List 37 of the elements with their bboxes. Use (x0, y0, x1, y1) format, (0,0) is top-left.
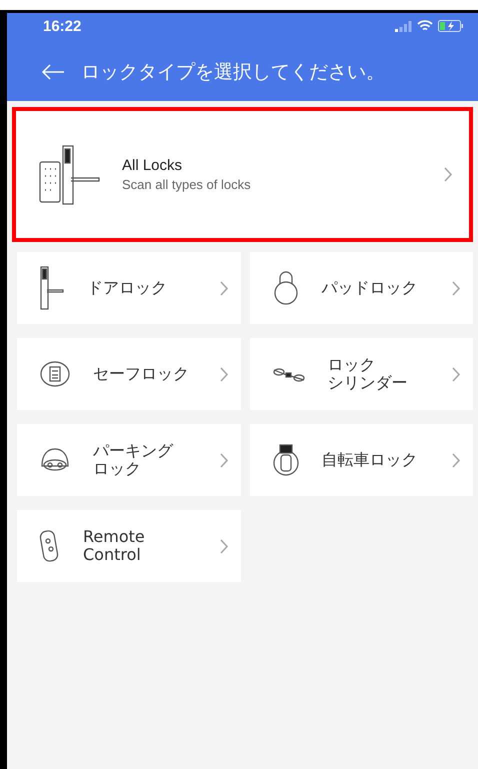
wifi-icon (417, 20, 433, 32)
page-title: ロックタイプを選択してください。 (81, 60, 385, 85)
lock-type-card[interactable]: パーキング ロック (17, 424, 240, 496)
lock-type-card[interactable]: Remote Control (17, 510, 240, 582)
lock-type-label: パッドロック (322, 279, 418, 297)
chevron-right-icon (220, 452, 228, 468)
chevron-right-icon (220, 366, 228, 382)
chevron-right-icon (220, 538, 228, 554)
lock-type-label: Remote Control (83, 528, 146, 564)
bike-lock-icon (272, 443, 300, 477)
card-subtitle: Scan all types of locks (122, 177, 252, 192)
battery-charging-icon (438, 20, 464, 32)
card-title: All Locks (122, 157, 184, 174)
lock-type-label: 自転車ロック (322, 451, 418, 469)
door-handle-icon (39, 266, 65, 310)
lock-type-card[interactable]: パッドロック (250, 252, 473, 324)
lock-type-label: ドアロック (87, 279, 168, 297)
remote-control-icon (39, 529, 61, 563)
lock-type-label: セーフロック (93, 365, 190, 383)
lock-type-card[interactable]: ロック シリンダー (250, 338, 473, 410)
lock-type-label: ロック シリンダー (328, 356, 408, 392)
lock-type-card[interactable]: セーフロック (17, 338, 240, 410)
lock-type-card[interactable]: 自転車ロック (250, 424, 473, 496)
chevron-right-icon (444, 167, 453, 182)
back-arrow-icon[interactable] (41, 64, 65, 80)
safe-lock-icon (39, 359, 71, 389)
padlock-icon (272, 270, 300, 306)
lock-type-label: パーキング ロック (93, 442, 174, 478)
signal-icon (395, 20, 412, 32)
lock-type-card[interactable]: ドアロック (17, 252, 240, 324)
all-locks-card[interactable]: All Locks Scan all types of locks (12, 107, 473, 242)
chevron-right-icon (220, 280, 228, 296)
chevron-right-icon (452, 366, 461, 382)
chevron-right-icon (452, 452, 461, 468)
smart-lock-icon (38, 144, 102, 206)
chevron-right-icon (452, 280, 461, 296)
status-time: 16:22 (43, 18, 82, 34)
